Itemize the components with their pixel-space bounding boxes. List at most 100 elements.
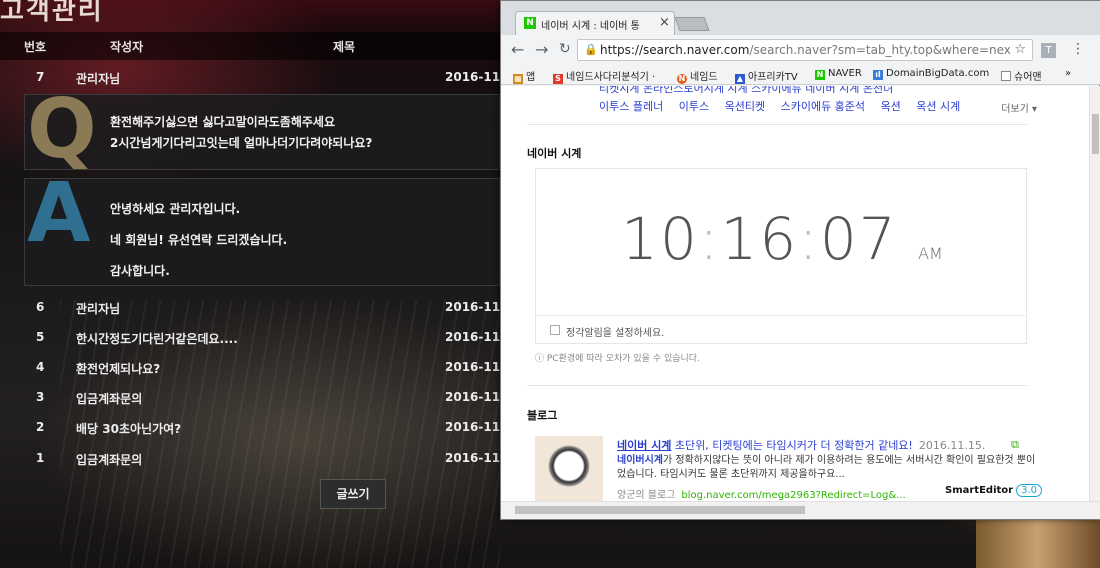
answer-line: 감사합니다. [110,264,170,278]
clock-hours: 10 [621,205,699,273]
row-title[interactable]: 배당 30초아닌가여? [76,420,181,437]
bookmark-domainbigdata[interactable]: ıl DomainBigData.com [873,68,989,80]
related-links: 이투스 플레너 이투스 옥션티켓 스카이에듀 홍준석 옥션 옥션 시계 [599,98,972,114]
row-title[interactable]: 관리자님 [76,300,120,317]
apps-grid-icon: ▦ [513,74,523,84]
blog-thumbnail-alarm-clock[interactable] [535,436,603,501]
chrome-menu-icon[interactable]: ⋮ [1071,41,1085,57]
blog-url[interactable]: blog.naver.com/mega2963?Redirect=Log&... [681,490,905,501]
reload-icon[interactable]: ↻ [559,41,571,57]
back-arrow-icon[interactable]: ← [511,40,524,59]
answer-line: 안녕하세요 관리자입니다. [110,202,241,216]
related-link[interactable]: 이투스 [679,100,709,113]
blog-desc-keyword: 네이버시계 [617,455,663,466]
bookmark-label: 네임드사다리분석기 · [566,72,656,83]
question-line: 2시간넘게기다리고잇는데 얼마나더기다려야되나요? [110,136,373,150]
tab-title: 네이버 시계 : 네이버 통 [541,21,640,32]
navigation-bar: ← → ↻ 🔒 https://search.naver.com/search.… [501,35,1100,65]
bookmarks-overflow-icon[interactable]: » [1065,68,1071,79]
blog-description: 네이버시계가 정확하지않다는 뜻이 아니라 제가 이용하려는 용도에는 서버시간… [617,454,1037,482]
vertical-scroll-thumb[interactable] [1092,114,1099,154]
table-row[interactable]: 2 배당 30초아닌가여? 2016-11-1 [0,414,513,440]
row-title[interactable]: 환전언제되나요? [76,360,160,377]
header-title: 제목 [333,40,356,54]
table-row[interactable]: 5 한시간정도기다린거같은데요.... 2016-11-2 [0,324,513,350]
bookmark-sureman[interactable]: 슈어맨 [1001,68,1042,83]
lock-icon: 🔒 [584,43,598,56]
row-title[interactable]: 입금계좌문의 [76,390,142,407]
row-title[interactable]: 입금계좌문의 [76,451,142,468]
write-button[interactable]: 글쓰기 [320,479,386,509]
clock-colon: : [698,205,721,273]
table-row[interactable]: 6 관리자님 2016-11-2 [0,294,513,320]
horizontal-scrollbar[interactable] [501,501,1100,519]
bar-chart-icon: ıl [873,70,883,80]
smart-editor-version: 3.0 [1016,484,1042,497]
horizontal-scroll-thumb[interactable] [515,506,805,514]
divider [527,385,1027,386]
alarm-checkbox[interactable] [550,325,560,335]
related-link[interactable]: 옥션 [881,100,901,113]
bookmark-label: 앱 [526,72,536,83]
blog-title-keyword: 네이버 시계 [617,439,672,452]
afreecatv-icon: ▲ [735,74,745,84]
bookmark-naver[interactable]: N NAVER [815,68,862,80]
table-row[interactable]: 3 입금계좌문의 2016-11-2 [0,384,513,410]
blog-post-title[interactable]: 네이버 시계 초단위, 티켓팅에는 타임시커가 더 정확한거 같네요! 2016.… [617,437,985,453]
bookmarks-bar: ▦ 앱 S 네임드사다리분석기 · N 네임드 ▲ 아프리카TV N NAVER ıl Do… [501,65,1100,85]
table-row[interactable]: 4 환전언제되나요? 2016-11-2 [0,354,513,380]
related-links-partial[interactable]: 티켓시계 온라인스토어시계 시계 스카이에듀 네이버 시계 온천녀 [599,86,893,96]
bookmark-label: DomainBigData.com [886,68,990,79]
question-line: 환전해주기싫으면 싫다고말이라도좀해주세요 [110,115,335,129]
answer-box: A 안녕하세요 관리자입니다. 네 회원님! 유선연락 드리겠습니다. 감사합니… [24,173,500,286]
background-lights [976,520,1100,568]
address-bar[interactable]: 🔒 https://search.naver.com/search.naver?… [577,39,1033,61]
blog-date: 2016.11.15. [918,439,986,452]
more-button[interactable]: 더보기 ▾ [1001,100,1037,115]
clock-seconds: 07 [819,205,898,273]
clock-widget: 10:16:07 AM 정각알림을 설정하세요. [535,168,1027,344]
bookmark-label: 아프리카TV [748,72,798,83]
clock-ampm: AM [918,244,943,263]
chrome-window: N 네이버 시계 : 네이버 통 × ← → ↻ 🔒 https://searc… [500,0,1100,520]
related-link[interactable]: 스카이에듀 홍준석 [781,100,865,113]
blog-source-name[interactable]: 양군의 블로그 [617,490,675,501]
question-letter: Q [27,82,97,177]
page-content: 티켓시계 온라인스토어시계 시계 스카이에듀 네이버 시계 온천녀 이투스 플레… [501,86,1089,501]
clock-section-title: 네이버 시계 [527,147,582,160]
related-link[interactable]: 옥션티켓 [725,100,765,113]
naver-icon: N [815,70,825,80]
related-link[interactable]: 이투스 플레너 [599,100,663,113]
url-text[interactable]: https://search.naver.com/search.naver?sm… [600,43,1010,57]
answer-line: 네 회원님! 유선연락 드리겠습니다. [110,233,288,247]
row-num: 5 [36,330,45,344]
smart-editor-badge: SmartEditor 3.0 [945,484,1042,497]
tab-naver-clock[interactable]: N 네이버 시계 : 네이버 통 × [515,11,675,35]
blog-desc-text: 가 정확하지않다는 뜻이 아니라 제가 이용하려는 용도에는 서버시간 확인이 … [617,455,1036,480]
board-title: 고객관리 [0,0,104,26]
url-path: /search.naver?sm=tab_hty.top&where=nexea… [749,43,1010,57]
vertical-scrollbar[interactable] [1089,86,1100,501]
bookmark-afreecatv[interactable]: ▲ 아프리카TV [735,68,798,84]
bookmark-star-icon[interactable]: ☆ [1014,42,1026,57]
bookmark-named[interactable]: N 네임드 [677,68,718,84]
answer-text: 안녕하세요 관리자입니다. 네 회원님! 유선연락 드리겠습니다. 감사합니다. [110,200,287,279]
external-link-icon[interactable]: ⧉ [1011,438,1019,452]
naver-favicon-icon: N [524,17,536,29]
page-icon [1001,71,1011,81]
forward-arrow-icon[interactable]: → [535,40,548,59]
table-row[interactable]: 1 입금계좌문의 2016-11-1 [0,445,513,471]
extension-icon[interactable]: T [1041,43,1056,58]
row-num: 3 [36,390,45,404]
bookmark-named-ladder[interactable]: S 네임드사다리분석기 · [553,68,655,84]
clock-colon: : [798,205,820,273]
named-n-icon: N [677,74,687,84]
related-link[interactable]: 옥션 시계 [916,100,960,113]
tab-close-icon[interactable]: × [659,15,670,30]
header-num: 번호 [24,40,47,54]
alarm-checkbox-label[interactable]: 정각알림을 설정하세요. [566,324,664,339]
new-tab-button[interactable] [674,17,710,31]
bookmark-apps[interactable]: ▦ 앱 [513,68,535,84]
clock-footer: 정각알림을 설정하세요. [536,315,1026,343]
row-title[interactable]: 한시간정도기다린거같은데요.... [76,330,238,347]
